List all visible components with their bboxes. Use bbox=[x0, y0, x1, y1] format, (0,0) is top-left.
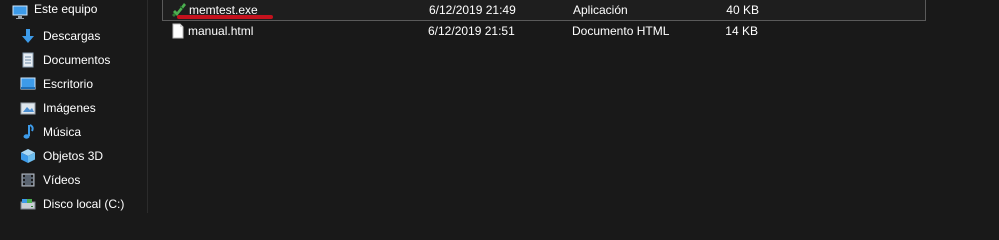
file-type: Aplicación bbox=[573, 3, 628, 17]
sidebar-item-descargas[interactable]: Descargas bbox=[0, 24, 147, 48]
navigation-pane: Este equipo Descargas Documentos Escrito… bbox=[0, 0, 148, 213]
drive-icon bbox=[20, 196, 36, 212]
videos-icon bbox=[20, 172, 36, 188]
sidebar-item-objetos-3d[interactable]: Objetos 3D bbox=[0, 144, 147, 168]
html-file-icon bbox=[170, 23, 186, 39]
file-row-manual[interactable]: manual.html 6/12/2019 21:51 Documento HT… bbox=[162, 21, 926, 43]
file-name: manual.html bbox=[188, 24, 254, 38]
sidebar-item-este-equipo[interactable]: Este equipo bbox=[0, 0, 147, 24]
file-date: 6/12/2019 21:51 bbox=[428, 24, 515, 38]
file-date: 6/12/2019 21:49 bbox=[429, 3, 516, 17]
documents-icon bbox=[20, 52, 36, 68]
sidebar-item-label: Documentos bbox=[43, 53, 111, 67]
cube-3d-icon bbox=[20, 148, 36, 164]
sidebar-item-label: Escritorio bbox=[43, 77, 94, 91]
sidebar-item-label: Música bbox=[43, 125, 82, 139]
download-arrow-icon bbox=[20, 28, 36, 44]
sidebar-item-label: Disco local (C:) bbox=[43, 197, 125, 211]
file-size: 40 KB bbox=[726, 3, 759, 17]
sidebar-item-label: Descargas bbox=[43, 29, 101, 43]
desktop-icon bbox=[20, 76, 36, 92]
sidebar-item-label: Este equipo bbox=[34, 2, 98, 16]
music-note-icon bbox=[20, 124, 36, 140]
file-type: Documento HTML bbox=[572, 24, 670, 38]
file-size: 14 KB bbox=[725, 24, 758, 38]
pictures-icon bbox=[20, 100, 36, 116]
sidebar-item-imagenes[interactable]: Imágenes bbox=[0, 96, 147, 120]
file-row-memtest[interactable]: memtest.exe 6/12/2019 21:49 Aplicación 4… bbox=[162, 0, 926, 21]
sidebar-item-escritorio[interactable]: Escritorio bbox=[0, 72, 147, 96]
sidebar-item-documentos[interactable]: Documentos bbox=[0, 48, 147, 72]
file-list: memtest.exe 6/12/2019 21:49 Aplicación 4… bbox=[148, 0, 999, 213]
sidebar-item-label: Objetos 3D bbox=[43, 149, 104, 163]
sidebar-item-label: Vídeos bbox=[43, 173, 81, 187]
computer-icon bbox=[12, 4, 28, 20]
sidebar-item-disco-local[interactable]: Disco local (C:) bbox=[0, 192, 147, 216]
sidebar-item-label: Imágenes bbox=[43, 101, 96, 115]
sidebar-item-musica[interactable]: Música bbox=[0, 120, 147, 144]
sidebar-item-videos[interactable]: Vídeos bbox=[0, 168, 147, 192]
red-annotation-underline bbox=[177, 15, 273, 19]
